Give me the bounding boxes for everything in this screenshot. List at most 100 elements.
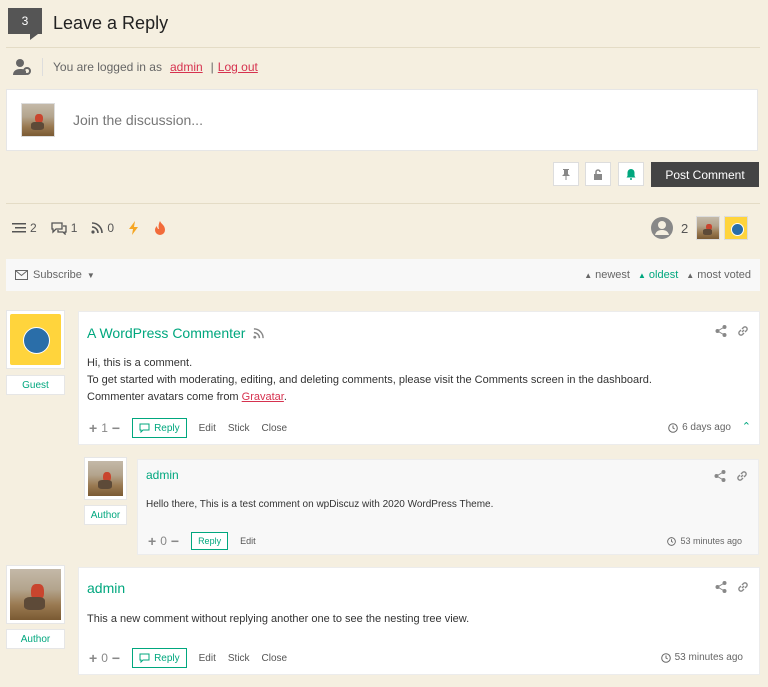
comment-time: 6 days ago <box>668 422 731 433</box>
clock-icon <box>668 422 678 433</box>
share-icon[interactable] <box>715 325 727 337</box>
caret-up-icon: ▲ <box>584 271 593 280</box>
divider <box>6 203 760 204</box>
comment-avatar <box>6 565 65 624</box>
comment-text: Hi, this is a comment. To get started wi… <box>87 357 652 403</box>
avatar <box>88 461 123 496</box>
notify-button[interactable] <box>618 162 644 186</box>
caret-up-icon: ▲ <box>686 271 695 280</box>
sort-newest[interactable]: ▲ newest <box>584 269 630 281</box>
user-circle-icon <box>651 217 673 239</box>
comment-stats: 2 1 0 <box>12 221 166 235</box>
sticky-button[interactable] <box>553 162 579 186</box>
close-link[interactable]: Close <box>262 653 288 664</box>
avatar[interactable] <box>724 216 749 240</box>
comment-card: admin This a new comment without replyin… <box>78 567 760 675</box>
downvote-icon[interactable]: − <box>112 650 120 666</box>
link-icon[interactable] <box>736 470 748 482</box>
vote-controls: + 0 − <box>148 533 180 549</box>
comment-author[interactable]: A WordPress Commenter <box>87 325 245 341</box>
post-comment-button[interactable]: Post Comment <box>651 162 759 187</box>
login-status: You are logged in as admin | Log out <box>12 58 258 76</box>
downvote-icon[interactable]: − <box>171 533 179 549</box>
upvote-icon[interactable]: + <box>148 533 156 549</box>
login-text: You are logged in as <box>53 60 162 74</box>
list-icon <box>12 223 26 233</box>
reply-button[interactable]: Reply <box>191 532 229 550</box>
page-title: Leave a Reply <box>53 13 169 33</box>
comment-card: A WordPress Commenter Hi, this is a comm… <box>78 311 760 445</box>
login-separator: | <box>210 60 214 74</box>
comment-icon <box>139 653 150 663</box>
edit-link[interactable]: Edit <box>240 536 256 546</box>
vote-controls: + 0 − <box>89 650 121 666</box>
caret-down-icon: ▼ <box>86 270 95 280</box>
vote-controls: + 1 − <box>89 420 121 436</box>
divider <box>42 58 43 76</box>
comment-count-badge: 3 <box>8 8 42 40</box>
upvote-icon[interactable]: + <box>89 650 97 666</box>
participants-count: 2 <box>681 220 689 236</box>
stick-link[interactable]: Stick <box>228 423 250 434</box>
role-badge: Author <box>84 505 127 525</box>
comment-text: Hello there, This is a test comment on w… <box>146 499 494 510</box>
bell-icon <box>626 169 636 180</box>
comment-time: 53 minutes ago <box>660 652 743 663</box>
user-settings-icon <box>13 59 31 75</box>
edit-link[interactable]: Edit <box>199 423 216 434</box>
clock-icon <box>667 536 677 546</box>
comment-icon <box>139 423 150 433</box>
comment-avatar <box>6 310 65 369</box>
logout-link[interactable]: Log out <box>218 60 258 74</box>
lock-open-icon <box>594 169 602 180</box>
subscribe-dropdown[interactable]: Subscribe ▼ <box>15 269 95 281</box>
stick-link[interactable]: Stick <box>228 653 250 664</box>
comment-author[interactable]: admin <box>146 468 179 482</box>
comment-author[interactable]: admin <box>87 580 125 596</box>
participants: 2 <box>651 216 749 240</box>
close-thread-button[interactable] <box>585 162 611 186</box>
avatar <box>21 103 55 137</box>
threads-stat[interactable]: 2 <box>12 221 37 235</box>
comment-avatar <box>84 457 127 500</box>
edit-link[interactable]: Edit <box>199 653 216 664</box>
rss-icon <box>91 222 104 234</box>
comment-time: 53 minutes ago <box>667 536 742 546</box>
sort-oldest[interactable]: ▲ oldest <box>638 269 678 281</box>
reply-button[interactable]: Reply <box>132 648 187 668</box>
collapse-chevron-icon[interactable]: ⌃ <box>742 420 751 433</box>
clock-icon <box>660 652 671 663</box>
sort-most-voted[interactable]: ▲ most voted <box>686 269 751 281</box>
comments-icon <box>51 222 67 235</box>
reply-button[interactable]: Reply <box>132 418 187 438</box>
close-link[interactable]: Close <box>262 423 288 434</box>
pin-icon <box>562 169 570 180</box>
reply-editor[interactable] <box>6 89 758 151</box>
divider <box>6 47 760 48</box>
followers-stat[interactable]: 0 <box>91 221 114 235</box>
role-badge: Author <box>6 629 65 649</box>
downvote-icon[interactable]: − <box>112 420 120 436</box>
gravatar-link[interactable]: Gravatar <box>242 391 284 403</box>
profile-link[interactable]: admin <box>170 60 203 74</box>
fire-icon[interactable] <box>154 221 166 235</box>
sort-options: ▲ newest ▲ oldest ▲ most voted <box>584 269 751 281</box>
link-icon[interactable] <box>737 581 749 593</box>
link-icon[interactable] <box>737 325 749 337</box>
comment-input[interactable] <box>73 112 673 128</box>
share-icon[interactable] <box>715 581 727 593</box>
envelope-icon <box>15 270 28 280</box>
comment-card: admin Hello there, This is a test commen… <box>137 459 759 555</box>
hottest-thread-icon[interactable] <box>128 221 140 235</box>
comment-text: This a new comment without replying anot… <box>87 613 470 625</box>
upvote-icon[interactable]: + <box>89 420 97 436</box>
caret-up-icon: ▲ <box>637 271 646 280</box>
rss-icon[interactable] <box>253 327 265 339</box>
replies-stat[interactable]: 1 <box>51 221 77 235</box>
avatar <box>10 314 61 365</box>
avatar[interactable] <box>696 216 721 240</box>
role-badge: Guest <box>6 375 65 395</box>
share-icon[interactable] <box>714 470 726 482</box>
subscribe-bar: Subscribe ▼ ▲ newest ▲ oldest ▲ most voted <box>6 259 760 291</box>
avatar <box>10 569 61 620</box>
